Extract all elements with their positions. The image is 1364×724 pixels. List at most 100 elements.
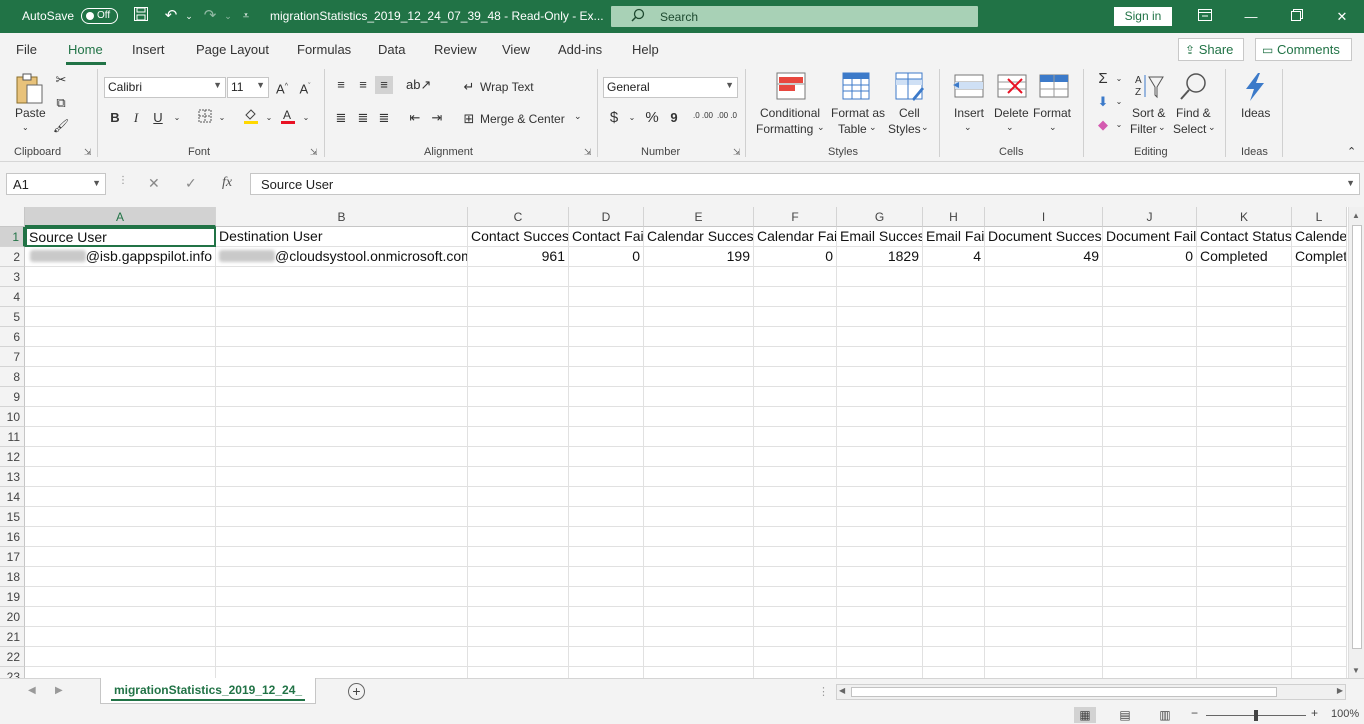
cell-j23[interactable] (1103, 667, 1197, 678)
conditional-formatting-label-1[interactable]: Conditional (760, 106, 820, 120)
cell-h18[interactable] (923, 567, 985, 587)
row-header-21[interactable]: 21 (0, 627, 25, 647)
cell-e21[interactable] (644, 627, 754, 647)
row-header-9[interactable]: 9 (0, 387, 25, 407)
cell-a5[interactable] (25, 307, 216, 327)
conditional-formatting-label-2[interactable]: Formatting (756, 122, 813, 136)
cell-e4[interactable] (644, 287, 754, 307)
find-select-label-2[interactable]: Select (1173, 122, 1206, 136)
cell-b8[interactable] (216, 367, 468, 387)
formula-input[interactable]: Source User ▼ (250, 173, 1360, 195)
cell-l9[interactable] (1292, 387, 1347, 407)
cell-j18[interactable] (1103, 567, 1197, 587)
cell-h15[interactable] (923, 507, 985, 527)
cell-c15[interactable] (468, 507, 569, 527)
copy-icon[interactable]: ⧉ (52, 94, 70, 112)
cell-a8[interactable] (25, 367, 216, 387)
cut-icon[interactable]: ✂ (52, 71, 70, 89)
cell-e14[interactable] (644, 487, 754, 507)
cell-g21[interactable] (837, 627, 923, 647)
cell-b13[interactable] (216, 467, 468, 487)
cell-f2[interactable]: 0 (754, 247, 837, 267)
cell-f10[interactable] (754, 407, 837, 427)
row-header-17[interactable]: 17 (0, 547, 25, 567)
insert-cells-button[interactable]: Insert (954, 106, 984, 120)
cell-f19[interactable] (754, 587, 837, 607)
cell-j1[interactable]: Document Fail (1103, 227, 1197, 247)
row-header-13[interactable]: 13 (0, 467, 25, 487)
currency-dropdown-icon[interactable]: ⌄ (623, 109, 641, 127)
cell-k1[interactable]: Contact Status (1197, 227, 1292, 247)
column-header-g[interactable]: G (837, 207, 923, 227)
cell-b9[interactable] (216, 387, 468, 407)
cell-l4[interactable] (1292, 287, 1347, 307)
customize-icon[interactable]: ⩡ (236, 6, 256, 26)
tab-insert[interactable]: Insert (132, 42, 165, 57)
cell-k19[interactable] (1197, 587, 1292, 607)
cell-e22[interactable] (644, 647, 754, 667)
cell-d9[interactable] (569, 387, 644, 407)
cell-g14[interactable] (837, 487, 923, 507)
cell-d23[interactable] (569, 667, 644, 678)
cell-g17[interactable] (837, 547, 923, 567)
cell-g5[interactable] (837, 307, 923, 327)
decrease-indent-icon[interactable]: ⇤ (406, 109, 424, 127)
cell-k15[interactable] (1197, 507, 1292, 527)
cell-d20[interactable] (569, 607, 644, 627)
cell-k23[interactable] (1197, 667, 1292, 678)
cell-c5[interactable] (468, 307, 569, 327)
select-all-corner[interactable] (0, 207, 25, 227)
cell-g13[interactable] (837, 467, 923, 487)
vertical-scroll-thumb[interactable] (1352, 225, 1362, 649)
cell-e23[interactable] (644, 667, 754, 678)
decrease-font-icon[interactable]: Aˇ (296, 78, 314, 96)
cell-i7[interactable] (985, 347, 1103, 367)
cell-g12[interactable] (837, 447, 923, 467)
cell-b12[interactable] (216, 447, 468, 467)
prev-sheet-icon[interactable]: ◀ (28, 685, 36, 696)
cell-j17[interactable] (1103, 547, 1197, 567)
sheet-tab-active[interactable]: migrationStatistics_2019_12_24_ (100, 678, 316, 704)
save-icon[interactable] (131, 6, 151, 26)
cell-j9[interactable] (1103, 387, 1197, 407)
cell-a13[interactable] (25, 467, 216, 487)
cell-d18[interactable] (569, 567, 644, 587)
format-as-table-icon[interactable] (841, 71, 873, 103)
insert-cells-icon[interactable] (953, 71, 985, 103)
tab-home[interactable]: Home (68, 42, 103, 57)
cell-i2[interactable]: 49 (985, 247, 1103, 267)
page-break-preview-icon[interactable]: ▥ (1154, 707, 1176, 723)
cell-d21[interactable] (569, 627, 644, 647)
cell-f17[interactable] (754, 547, 837, 567)
collapse-ribbon-icon[interactable]: ⌃ (1347, 145, 1356, 158)
cell-h11[interactable] (923, 427, 985, 447)
cell-d12[interactable] (569, 447, 644, 467)
minimize-icon[interactable]: — (1241, 7, 1261, 27)
row-header-22[interactable]: 22 (0, 647, 25, 667)
cell-b15[interactable] (216, 507, 468, 527)
redo-icon[interactable]: ↷ (200, 6, 220, 26)
zoom-slider-thumb[interactable] (1254, 710, 1258, 721)
font-launcher-icon[interactable]: ⇲ (310, 147, 318, 158)
cell-b11[interactable] (216, 427, 468, 447)
cell-e17[interactable] (644, 547, 754, 567)
cell-i4[interactable] (985, 287, 1103, 307)
cell-g2[interactable]: 1829 (837, 247, 923, 267)
cell-l17[interactable] (1292, 547, 1347, 567)
delete-cells-button[interactable]: Delete (994, 106, 1029, 120)
fill-color-icon[interactable] (242, 107, 260, 125)
cell-h19[interactable] (923, 587, 985, 607)
cell-g16[interactable] (837, 527, 923, 547)
cell-g11[interactable] (837, 427, 923, 447)
cell-a23[interactable] (25, 667, 216, 678)
format-cells-icon[interactable] (1038, 71, 1070, 103)
cell-e15[interactable] (644, 507, 754, 527)
cell-a21[interactable] (25, 627, 216, 647)
cell-k22[interactable] (1197, 647, 1292, 667)
cell-styles-label-2[interactable]: Styles (888, 122, 921, 136)
cell-g4[interactable] (837, 287, 923, 307)
cell-a17[interactable] (25, 547, 216, 567)
normal-view-icon[interactable]: ▦ (1074, 707, 1096, 723)
scroll-up-icon[interactable]: ▲ (1352, 211, 1360, 220)
cell-b16[interactable] (216, 527, 468, 547)
